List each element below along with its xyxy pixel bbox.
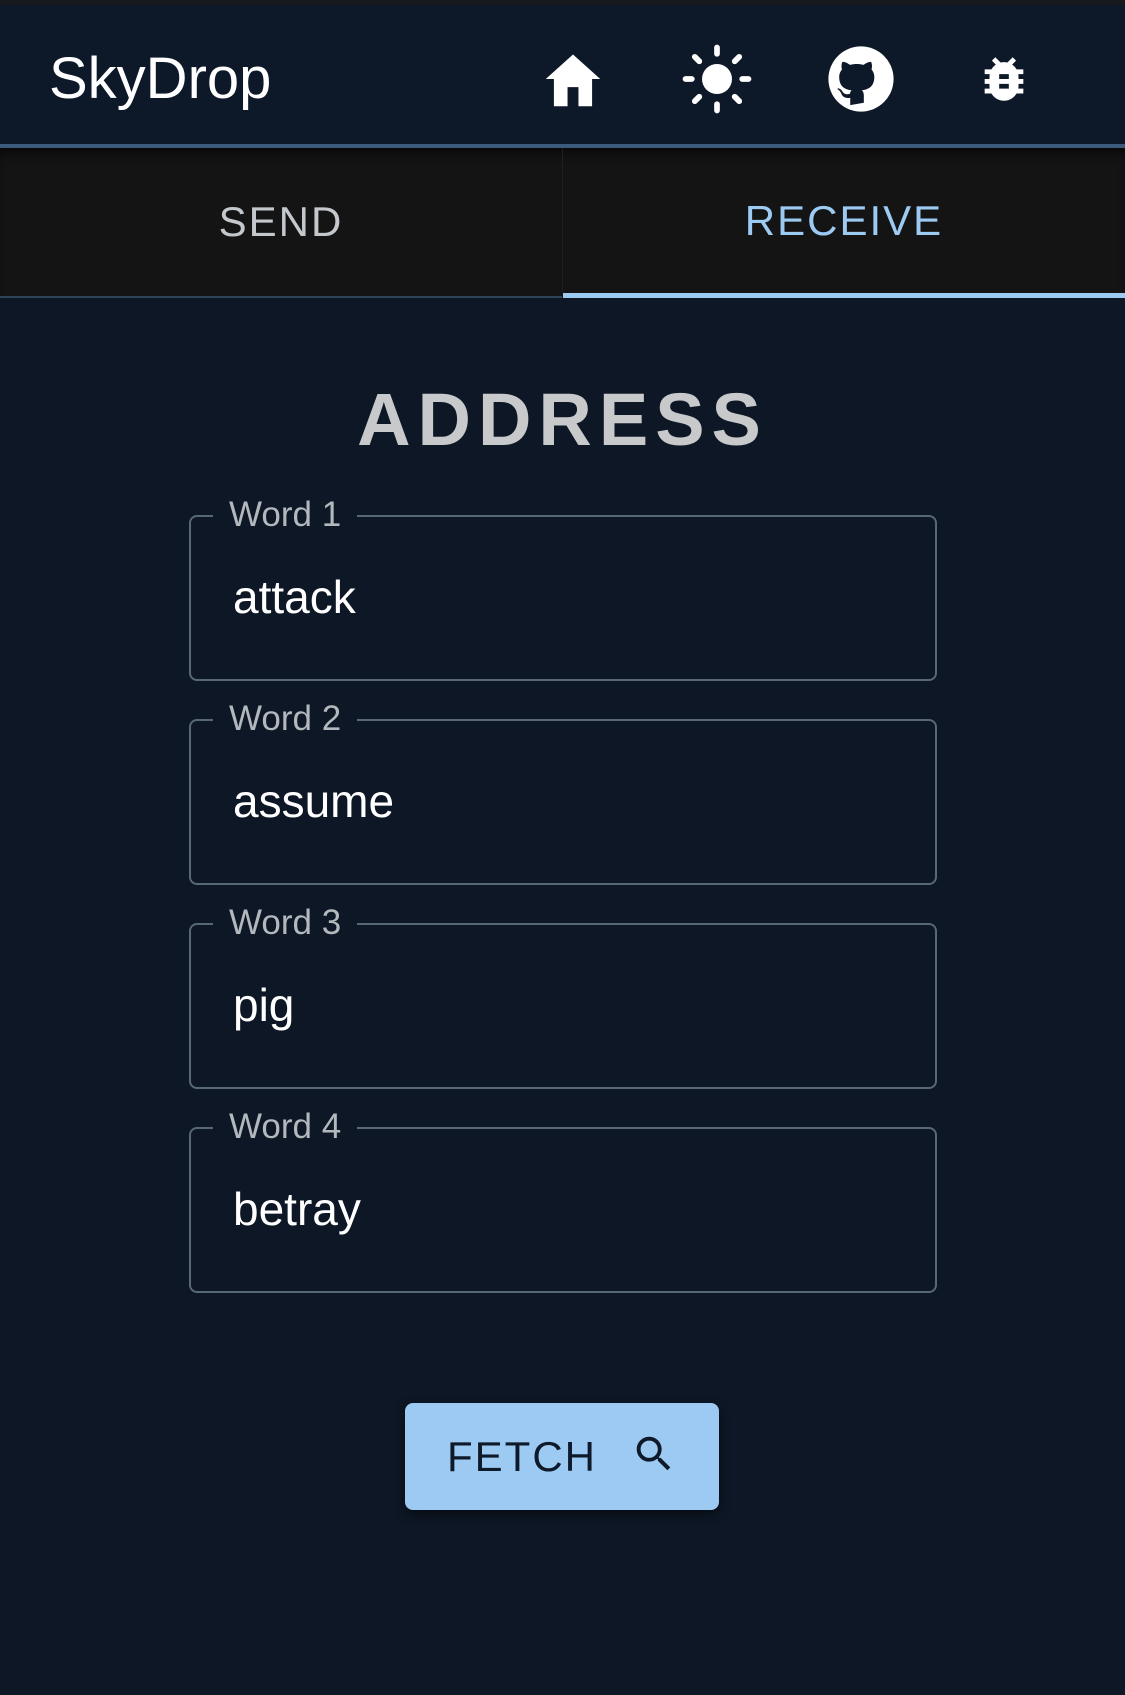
theme-toggle-button[interactable]	[679, 41, 755, 117]
home-icon	[540, 49, 606, 109]
fetch-button-label: FETCH	[447, 1432, 597, 1480]
word-3-field[interactable]: Word 3	[189, 903, 937, 1089]
tab-bar: SEND RECEIVE	[0, 148, 1125, 298]
word-2-input[interactable]	[233, 773, 893, 829]
word-3-input[interactable]	[233, 977, 893, 1033]
word-3-label: Word 3	[213, 903, 358, 943]
word-1-input[interactable]	[233, 569, 893, 625]
word-1-field[interactable]: Word 1	[189, 495, 937, 681]
tab-send[interactable]: SEND	[0, 148, 562, 298]
section-title: ADDRESS	[357, 378, 768, 461]
word-4-field[interactable]: Word 4	[189, 1107, 937, 1293]
word-4-label: Word 4	[213, 1107, 358, 1147]
tab-receive[interactable]: RECEIVE	[563, 148, 1125, 298]
github-icon	[827, 45, 895, 113]
home-button[interactable]	[535, 41, 611, 117]
search-icon	[631, 1431, 677, 1482]
github-button[interactable]	[823, 41, 899, 117]
word-2-field[interactable]: Word 2	[189, 699, 937, 885]
bug-report-button[interactable]	[966, 41, 1042, 117]
sun-icon	[681, 43, 753, 115]
word-2-label: Word 2	[213, 699, 358, 739]
word-1-label: Word 1	[213, 495, 358, 535]
word-4-input[interactable]	[233, 1181, 893, 1237]
fetch-button[interactable]: FETCH	[405, 1403, 719, 1510]
app-title: SkyDrop	[49, 46, 272, 111]
app-bar: SkyDrop	[0, 5, 1125, 148]
bug-icon	[975, 50, 1033, 108]
